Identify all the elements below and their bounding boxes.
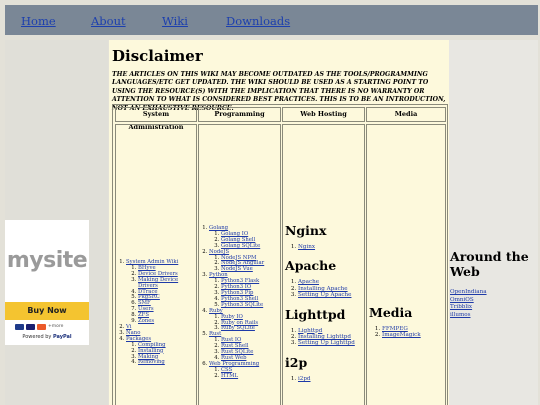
nav-about-link[interactable]: About	[91, 14, 126, 28]
powered-prefix: Powered by	[22, 334, 52, 340]
web-programming-link[interactable]: Web Programming	[209, 361, 259, 367]
cell-system-administration: System Admin Wiki BHyve Device Drivers M…	[115, 124, 197, 405]
nginx-heading: Nginx	[285, 223, 327, 238]
header-programming: Programming	[198, 107, 281, 122]
installing-lighttpd-link[interactable]: Installing Lighttpd	[298, 334, 351, 340]
nav-wiki-link[interactable]: Wiki	[162, 14, 188, 28]
topics-table: System Administration Programming Web Ho…	[112, 104, 448, 405]
list-item: Rust Rust IO Rust Shell Rust SQLite Rust…	[209, 331, 280, 362]
nav-home-link[interactable]: Home	[21, 14, 56, 28]
around-the-web-heading: Around the Web	[450, 249, 529, 279]
sysadmin-list: System Admin Wiki BHyve Device Drivers M…	[116, 259, 196, 367]
setting-up-lighttpd-link[interactable]: Setting Up Lighttpd	[298, 340, 355, 346]
list-item: NodeJS NodeJS NPM NodeJS Angular NodeJS …	[209, 249, 280, 274]
cell-programming: Golang Golang IO Golang Shell Golang SQL…	[198, 124, 281, 405]
main-content: Disclaimer THE ARTICLES ON THIS WIKI MAY…	[109, 40, 449, 405]
nav-downloads-link[interactable]: Downloads	[226, 14, 290, 28]
lighttpd-heading: Lighttpd	[285, 306, 346, 322]
list-item: Golang Golang IO Golang Shell Golang SQL…	[209, 225, 280, 250]
cell-media: Media FFMPEG ImageMagick	[366, 124, 446, 405]
top-nav-bar: Home About Wiki Downloads	[5, 5, 538, 35]
visa-icon	[26, 324, 35, 330]
nginx-list: Nginx	[285, 244, 364, 250]
i2p-list: i2pd	[285, 376, 364, 382]
ad-logo[interactable]: mysite	[5, 248, 89, 273]
paypal-brand: PayPal	[52, 334, 72, 340]
powered-by: Powered by PayPal	[5, 334, 89, 340]
imagemagick-link[interactable]: ImageMagick	[382, 332, 421, 338]
list-item: System Admin Wiki BHyve Device Drivers M…	[126, 259, 196, 325]
list-item: Web Programming CSS HTML	[209, 361, 280, 380]
payment-methods: +more	[15, 324, 85, 332]
illumos-link[interactable]: illumos	[450, 312, 471, 318]
paypal-icon	[15, 324, 24, 330]
media-heading: Media	[369, 305, 413, 320]
ffmpeg-link[interactable]: FFMPEG	[382, 326, 408, 332]
i2pd-link[interactable]: i2pd	[298, 376, 311, 382]
cell-web-hosting: Nginx Nginx Apache Apache Installing Apa…	[282, 124, 365, 405]
nginx-link[interactable]: Nginx	[298, 244, 315, 250]
lighttpd-link[interactable]: Lighttpd	[298, 328, 322, 334]
tribblix-link[interactable]: Tribblix	[450, 304, 472, 310]
apache-list: Apache Installing Apache Setting Up Apac…	[285, 279, 364, 298]
programming-list: Golang Golang IO Golang Shell Golang SQL…	[199, 225, 280, 380]
installing-apache-link[interactable]: Installing Apache	[298, 286, 348, 292]
payment-more-label: +more	[48, 324, 64, 329]
zones-link[interactable]: Zones	[138, 318, 154, 324]
list-item: Python Python3 Flask Python3 IO Python3 …	[209, 272, 280, 308]
right-column: Around the Web OpenIndiana OmniOS Tribbl…	[449, 40, 538, 405]
header-web-hosting: Web Hosting	[282, 107, 365, 122]
html-link[interactable]: HTML	[221, 373, 238, 379]
list-item: Packages Compiling Installing Making Rem…	[126, 336, 196, 367]
ruby-sqlite-link[interactable]: Ruby SQLite	[221, 325, 255, 331]
omnios-link[interactable]: OmniOS	[450, 297, 474, 303]
apache-heading: Apache	[285, 258, 337, 274]
media-list: FFMPEG ImageMagick	[369, 326, 445, 339]
page-title: Disclaimer	[112, 47, 203, 65]
lighttpd-list: Lighttpd Installing Lighttpd Setting Up …	[285, 328, 364, 347]
list-item: Ruby Ruby IO Ruby on Rails Ruby SQLite	[209, 308, 280, 333]
buy-now-button[interactable]: Buy Now	[5, 302, 89, 320]
openindiana-link[interactable]: OpenIndiana	[450, 289, 487, 295]
setting-up-apache-link[interactable]: Setting Up Apache	[298, 292, 351, 298]
mastercard-icon	[37, 324, 46, 330]
python3-sqlite-link[interactable]: Python3 SQLite	[221, 302, 263, 308]
header-system-administration: System Administration	[115, 107, 197, 131]
i2p-heading: i2p	[285, 354, 308, 370]
ad-widget: mysite Buy Now +more Powered by PayPal	[5, 220, 89, 345]
removing-link[interactable]: Removing	[138, 359, 165, 365]
making-device-drivers-link[interactable]: Making Device Drivers	[138, 277, 178, 289]
header-media: Media	[366, 107, 446, 122]
apache-link[interactable]: Apache	[298, 279, 319, 285]
around-the-web-list: OpenIndiana OmniOS Tribblix illumos	[450, 289, 487, 319]
